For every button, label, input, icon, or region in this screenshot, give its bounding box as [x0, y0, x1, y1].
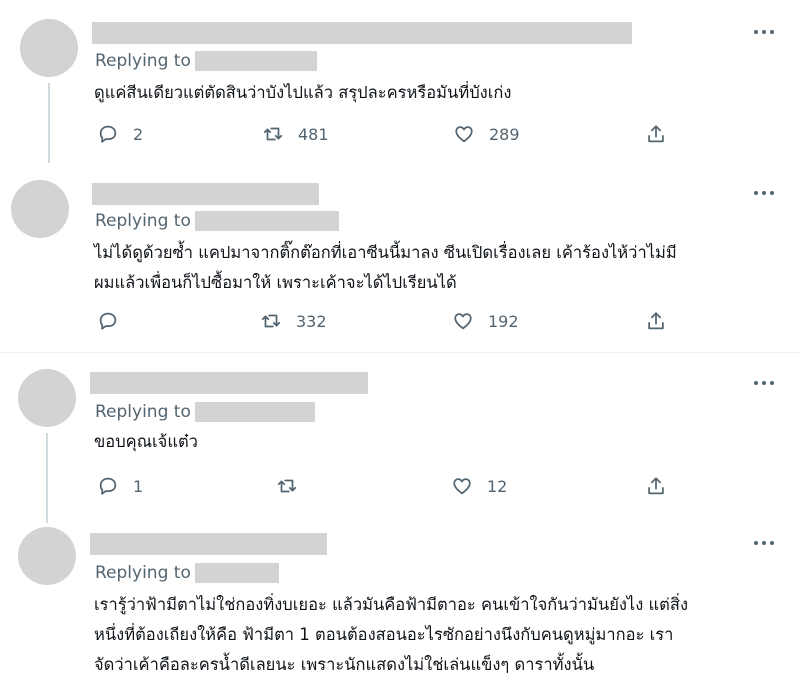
more-icon[interactable] — [754, 29, 774, 35]
avatar[interactable] — [11, 180, 69, 238]
redacted-reply-handle[interactable] — [194, 51, 317, 71]
like-count: 192 — [488, 311, 519, 331]
replying-to: Replying to — [95, 563, 279, 583]
retweet-icon — [263, 127, 283, 141]
avatar[interactable] — [18, 527, 76, 585]
redacted-username[interactable] — [92, 22, 632, 44]
replying-to: Replying to — [95, 402, 315, 422]
retweet-count: 332 — [296, 311, 327, 331]
tweet-text-line: ขอบคุณเจ้แต๋ว — [94, 432, 198, 451]
more-icon[interactable] — [754, 540, 774, 546]
retweet-icon — [277, 479, 297, 493]
reply-icon — [99, 125, 117, 143]
heart-icon — [453, 478, 471, 495]
more-icon[interactable] — [754, 380, 774, 386]
redacted-username[interactable] — [90, 533, 327, 555]
like-button[interactable]: 12 — [451, 475, 507, 497]
replying-to-label: Replying to — [95, 402, 191, 422]
redacted-reply-handle[interactable] — [194, 402, 315, 422]
replying-to-label: Replying to — [95, 563, 191, 583]
like-count: 289 — [489, 124, 520, 144]
like-count: 12 — [487, 476, 508, 496]
reply-count: 2 — [133, 124, 144, 144]
heart-icon — [455, 126, 473, 143]
redacted-username[interactable] — [92, 183, 319, 205]
redacted-username[interactable] — [90, 372, 368, 394]
more-icon[interactable] — [754, 190, 774, 196]
tweet-text-line: ผมแล้วเพื่อนก็ไปซื้อมาให้ เพราะเค้าจะได้… — [94, 273, 457, 292]
like-button[interactable]: 289 — [453, 123, 520, 145]
share-button[interactable] — [645, 123, 667, 145]
tweet-text: ไม่ได้ดูด้วยซ้ำ แคปมาจากติ๊กต๊อกที่เอาซี… — [94, 238, 677, 298]
thread-line — [48, 83, 50, 163]
reply-icon — [99, 477, 117, 495]
redacted-reply-handle[interactable] — [194, 563, 279, 583]
share-button[interactable] — [645, 310, 667, 332]
tweet-divider — [0, 352, 800, 353]
reply-icon — [99, 312, 117, 330]
retweet-button[interactable]: 332 — [260, 310, 327, 332]
replying-to-label: Replying to — [95, 211, 191, 231]
avatar[interactable] — [20, 19, 78, 77]
like-button[interactable]: 192 — [452, 310, 519, 332]
tweet-text: ขอบคุณเจ้แต๋ว — [94, 427, 198, 457]
thread-line — [46, 433, 48, 523]
tweet-text-line: เรารู้ว่าฟ้ามีตาไม่ใช่กองทิ่งบเยอะ แล้วม… — [94, 595, 688, 614]
replying-to: Replying to — [95, 211, 339, 231]
tweet-text: ดูแค่สีนเดียวแต่ตัดสินว่าบังไปแล้ว สรุปล… — [94, 78, 511, 108]
reply-button[interactable]: 1 — [97, 475, 143, 497]
reply-button[interactable] — [97, 310, 133, 332]
tweet-text-line: หนึ่งที่ต้องเถียงให้คือ ฟ้ามีตา 1 ตอนต้อ… — [94, 625, 674, 644]
reply-button[interactable]: 2 — [97, 123, 143, 145]
share-icon — [648, 312, 664, 330]
redacted-reply-handle[interactable] — [194, 211, 339, 231]
heart-icon — [454, 313, 472, 330]
tweet-text: เรารู้ว่าฟ้ามีตาไม่ใช่กองทิ่งบเยอะ แล้วม… — [94, 590, 688, 680]
retweet-button[interactable]: 481 — [262, 123, 329, 145]
share-icon — [648, 477, 664, 495]
retweet-count: 481 — [298, 124, 329, 144]
replying-to: Replying to — [95, 51, 317, 71]
share-button[interactable] — [645, 475, 667, 497]
retweet-button[interactable] — [276, 475, 312, 497]
tweet-text-line: จัดว่าเค้าคือละครน้ำดีเลยนะ เพราะนักแสดง… — [94, 655, 595, 674]
avatar[interactable] — [18, 369, 76, 427]
retweet-icon — [261, 314, 281, 328]
replying-to-label: Replying to — [95, 51, 191, 71]
tweet-text-line: ดูแค่สีนเดียวแต่ตัดสินว่าบังไปแล้ว สรุปล… — [94, 83, 512, 102]
share-icon — [648, 125, 664, 143]
tweet-text-line: ไม่ได้ดูด้วยซ้ำ แคปมาจากติ๊กต๊อกที่เอาซี… — [94, 243, 677, 262]
reply-count: 1 — [133, 476, 144, 496]
